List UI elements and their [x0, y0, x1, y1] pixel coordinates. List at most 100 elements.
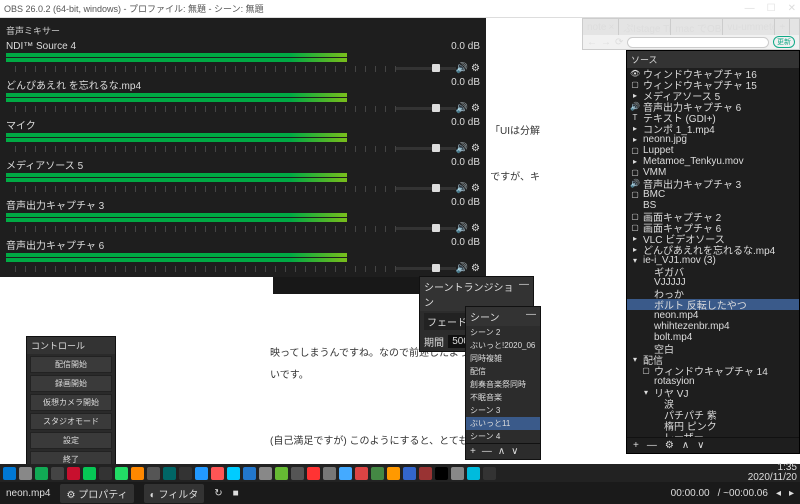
speaker-icon[interactable]: 🔊 — [456, 183, 468, 194]
taskbar-app-icon[interactable] — [51, 467, 64, 480]
source-item[interactable]: ▸Metamoe_Tenkyu.mov — [627, 156, 799, 167]
min-btn[interactable]: — — [745, 3, 755, 14]
reload-icon[interactable]: ⟳ — [615, 37, 623, 48]
taskbar-app-icon[interactable] — [179, 467, 192, 480]
scene-item[interactable]: シーン 2 — [466, 326, 540, 339]
source-item[interactable]: 🔊音声出力キャプチャ 3 — [627, 178, 799, 189]
source-item[interactable]: ▸コンポ 1_1.mp4 — [627, 123, 799, 134]
volume-slider[interactable] — [396, 67, 456, 70]
taskbar-app-icon[interactable] — [83, 467, 96, 480]
taskbar-app-icon[interactable] — [259, 467, 272, 480]
control-button[interactable]: 配信開始 — [30, 356, 112, 373]
speaker-icon[interactable]: 🔊 — [456, 63, 468, 74]
back-step-icon[interactable]: ◂ — [776, 488, 781, 499]
remove-source-btn[interactable]: — — [647, 440, 657, 451]
taskbar-app-icon[interactable] — [195, 467, 208, 480]
scene-item[interactable]: 創奏音楽祭同時 — [466, 378, 540, 391]
scene-item[interactable]: 不眠音楽 — [466, 391, 540, 404]
gear-icon[interactable]: ⚙ — [471, 143, 480, 154]
taskbar-app-icon[interactable] — [291, 467, 304, 480]
source-item[interactable]: 楕円 ピンク — [627, 420, 799, 431]
taskbar-app-icon[interactable] — [147, 467, 160, 480]
taskbar-app-icon[interactable] — [211, 467, 224, 480]
source-down-btn[interactable]: ∨ — [697, 440, 704, 451]
back-icon[interactable]: ← — [587, 37, 597, 48]
source-up-btn[interactable]: ∧ — [682, 440, 689, 451]
scene-down-btn[interactable]: ∨ — [511, 446, 518, 457]
source-item[interactable]: ▸どんぴあえれを忘れるな.mp4 — [627, 244, 799, 255]
taskbar-app-icon[interactable] — [131, 467, 144, 480]
taskbar-app-icon[interactable] — [355, 467, 368, 480]
windows-taskbar[interactable]: 1:352020/11/20 — [0, 464, 800, 482]
taskbar-app-icon[interactable] — [467, 467, 480, 480]
scene-item[interactable]: シーン 4 — [466, 430, 540, 443]
address-bar[interactable] — [627, 37, 769, 48]
source-item[interactable]: ▾リヤ VJ — [627, 387, 799, 398]
taskbar-app-icon[interactable] — [387, 467, 400, 480]
taskbar-app-icon[interactable] — [35, 467, 48, 480]
browser-tab[interactable]: vu-ummeter-b... × — [723, 19, 775, 35]
source-item[interactable]: VJJJJJ — [627, 277, 799, 288]
update-badge[interactable]: 更新 — [773, 36, 795, 48]
gear-icon[interactable]: ⚙ — [471, 63, 480, 74]
source-item[interactable]: ボルト 反転したやつ — [627, 299, 799, 310]
remove-scene-btn[interactable]: — — [482, 446, 492, 457]
source-item[interactable]: ギガバ — [627, 266, 799, 277]
scene-item[interactable]: ぶいっと!2020_06 — [466, 339, 540, 352]
volume-slider[interactable] — [396, 267, 456, 270]
scene-item[interactable]: シーン 3 — [466, 404, 540, 417]
fwd-step-icon[interactable]: ▸ — [789, 488, 794, 499]
taskbar-app-icon[interactable] — [227, 467, 240, 480]
volume-slider[interactable] — [396, 147, 456, 150]
max-btn[interactable]: ☐ — [767, 3, 776, 14]
taskbar-app-icon[interactable] — [339, 467, 352, 480]
new-tab-btn[interactable]: + — [775, 19, 790, 35]
taskbar-app-icon[interactable] — [451, 467, 464, 480]
speaker-icon[interactable]: 🔊 — [456, 223, 468, 234]
source-item[interactable]: whihtezenbr.mp4 — [627, 321, 799, 332]
close-icon[interactable]: — — [519, 279, 529, 309]
control-button[interactable]: 設定 — [30, 432, 112, 449]
source-settings-btn[interactable]: ⚙ — [665, 440, 674, 451]
control-button[interactable]: 録画開始 — [30, 375, 112, 392]
taskbar-app-icon[interactable] — [307, 467, 320, 480]
taskbar-app-icon[interactable] — [99, 467, 112, 480]
browser-tab[interactable]: mac でOBS最 × — [671, 19, 723, 35]
speaker-icon[interactable]: 🔊 — [456, 263, 468, 274]
scene-item[interactable]: 配信 — [466, 365, 540, 378]
taskbar-app-icon[interactable] — [419, 467, 432, 480]
browser-tab[interactable]: note × — [583, 19, 619, 35]
taskbar-app-icon[interactable] — [3, 467, 16, 480]
taskbar-app-icon[interactable] — [115, 467, 128, 480]
add-scene-btn[interactable]: + — [470, 446, 476, 457]
taskbar-app-icon[interactable] — [371, 467, 384, 480]
scene-item[interactable]: 同時複雑 — [466, 352, 540, 365]
scene-item[interactable]: ぶいっと11 — [466, 417, 540, 430]
gear-icon[interactable]: ⚙ — [471, 103, 480, 114]
gear-icon[interactable]: ⚙ — [471, 223, 480, 234]
taskbar-app-icon[interactable] — [403, 467, 416, 480]
restart-icon[interactable]: ↻ — [214, 488, 222, 499]
taskbar-app-icon[interactable] — [163, 467, 176, 480]
control-button[interactable]: スタジオモード — [30, 413, 112, 430]
browser-tab[interactable]: ぷIstage Tiny!で × — [619, 19, 671, 35]
control-button[interactable]: 仮想カメラ開始 — [30, 394, 112, 411]
volume-slider[interactable] — [396, 187, 456, 190]
close-icon[interactable]: — — [526, 309, 536, 324]
scene-up-btn[interactable]: ∧ — [498, 446, 505, 457]
volume-slider[interactable] — [396, 227, 456, 230]
taskbar-app-icon[interactable] — [19, 467, 32, 480]
taskbar-app-icon[interactable] — [483, 467, 496, 480]
filters-btn[interactable]: ◐ フィルタ — [144, 484, 205, 503]
speaker-icon[interactable]: 🔊 — [456, 143, 468, 154]
properties-btn[interactable]: ⚙ プロパティ — [60, 484, 133, 503]
taskbar-app-icon[interactable] — [243, 467, 256, 480]
add-source-btn[interactable]: + — [633, 440, 639, 451]
source-item[interactable]: ▢Luppet — [627, 145, 799, 156]
speaker-icon[interactable]: 🔊 — [456, 103, 468, 114]
gear-icon[interactable]: ⚙ — [471, 263, 480, 274]
source-item[interactable]: bolt.mp4 — [627, 332, 799, 343]
close-btn[interactable]: ✕ — [788, 3, 796, 14]
taskbar-app-icon[interactable] — [275, 467, 288, 480]
volume-slider[interactable] — [396, 107, 456, 110]
